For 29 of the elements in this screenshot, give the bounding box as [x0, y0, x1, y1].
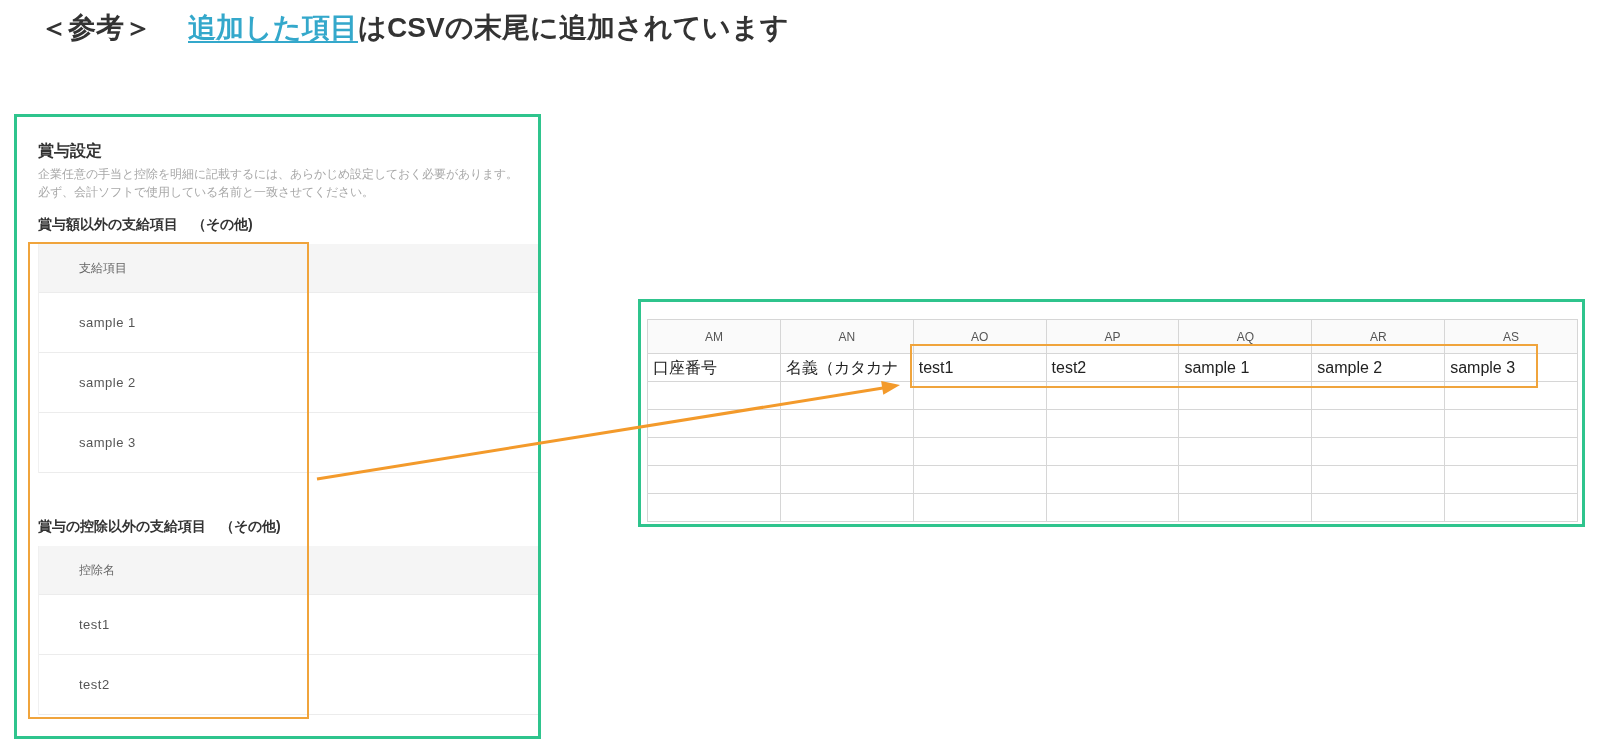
- column-header: 控除名: [39, 546, 538, 595]
- description-text: 必ず、会計ソフトで使用している名前と一致させてください。: [38, 184, 375, 201]
- panel-title: 賞与設定: [38, 141, 103, 161]
- table-cell: sample 3: [39, 413, 538, 473]
- table-cell: test2: [39, 655, 538, 715]
- table-cell: test1: [39, 595, 538, 655]
- table-cell: sample 2: [39, 353, 538, 413]
- reference-label: ＜参考＞: [40, 11, 152, 45]
- column-letter: AR: [1312, 320, 1446, 354]
- column-letter: AS: [1445, 320, 1578, 354]
- column-letter: AP: [1046, 320, 1180, 354]
- column-letter: AN: [780, 320, 914, 354]
- sheet-cell: sample 2: [1312, 354, 1446, 382]
- sheet-cell: 名義（カタカナ: [780, 354, 914, 382]
- section-heading: 賞与の控除以外の支給項目 （その他): [38, 517, 282, 536]
- column-header: 支給項目: [39, 244, 538, 293]
- column-letter: AM: [648, 320, 781, 354]
- sheet-cell: sample 3: [1445, 354, 1578, 382]
- sheet-cell: test1: [913, 354, 1047, 382]
- sheet-cell: 口座番号: [648, 354, 781, 382]
- column-letter: AQ: [1179, 320, 1313, 354]
- table-cell: sample 1: [39, 293, 538, 353]
- added-items-link[interactable]: 追加した項目: [188, 7, 358, 49]
- column-letter: AO: [913, 320, 1047, 354]
- description-text: 企業任意の手当と控除を明細に記載するには、あらかじめ設定しておく必要があります。: [38, 166, 519, 183]
- sheet-cell: sample 1: [1179, 354, 1313, 382]
- sheet-cell: test2: [1046, 354, 1180, 382]
- heading-text: はCSVの末尾に追加されています: [358, 11, 789, 45]
- section-heading: 賞与額以外の支給項目 （その他): [38, 215, 254, 234]
